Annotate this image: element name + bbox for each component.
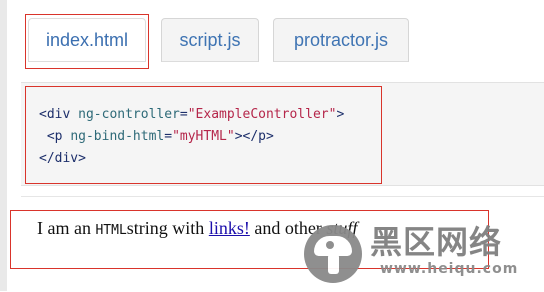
code-attr: ng-bind-html bbox=[70, 129, 165, 144]
code-block: <div ng-controller="ExampleController"> … bbox=[21, 82, 544, 186]
mushroom-logo-icon bbox=[304, 225, 362, 283]
code-value: "ExampleController" bbox=[187, 107, 337, 122]
output-link[interactable]: links! bbox=[209, 218, 250, 238]
output-text-mid: string with bbox=[126, 218, 209, 238]
code-content: <div ng-controller="ExampleController"> … bbox=[39, 104, 344, 170]
file-tabs: index.html script.js protractor.js bbox=[28, 18, 544, 62]
code-line-3: </div> bbox=[39, 151, 86, 166]
code-line-2: <p ng-bind-html="myHTML"></p> bbox=[39, 129, 274, 144]
code-tag-close: ></p> bbox=[234, 129, 274, 144]
left-rule bbox=[0, 0, 7, 291]
tab-index-html[interactable]: index.html bbox=[28, 18, 146, 62]
code-attr: ng-controller bbox=[78, 107, 180, 122]
code-line-1: <div ng-controller="ExampleController"> bbox=[39, 107, 344, 122]
code-value: "myHTML" bbox=[172, 129, 235, 144]
output-code-html: HTML bbox=[95, 223, 127, 238]
watermark: 黑区网络 www.heiqu.com bbox=[304, 217, 540, 285]
code-tag-close: > bbox=[336, 107, 345, 122]
output-text-start: I am an bbox=[37, 218, 96, 238]
code-eq: = bbox=[164, 129, 173, 144]
tab-protractor-js[interactable]: protractor.js bbox=[273, 18, 409, 62]
tab-script-js[interactable]: script.js bbox=[161, 18, 259, 62]
code-tag-open: <p bbox=[46, 129, 71, 144]
code-eq: = bbox=[179, 107, 188, 122]
code-tag-open: <div bbox=[39, 107, 79, 122]
watermark-url: www.heiqu.com bbox=[380, 261, 519, 277]
watermark-brand-text: 黑区网络 bbox=[370, 223, 503, 261]
